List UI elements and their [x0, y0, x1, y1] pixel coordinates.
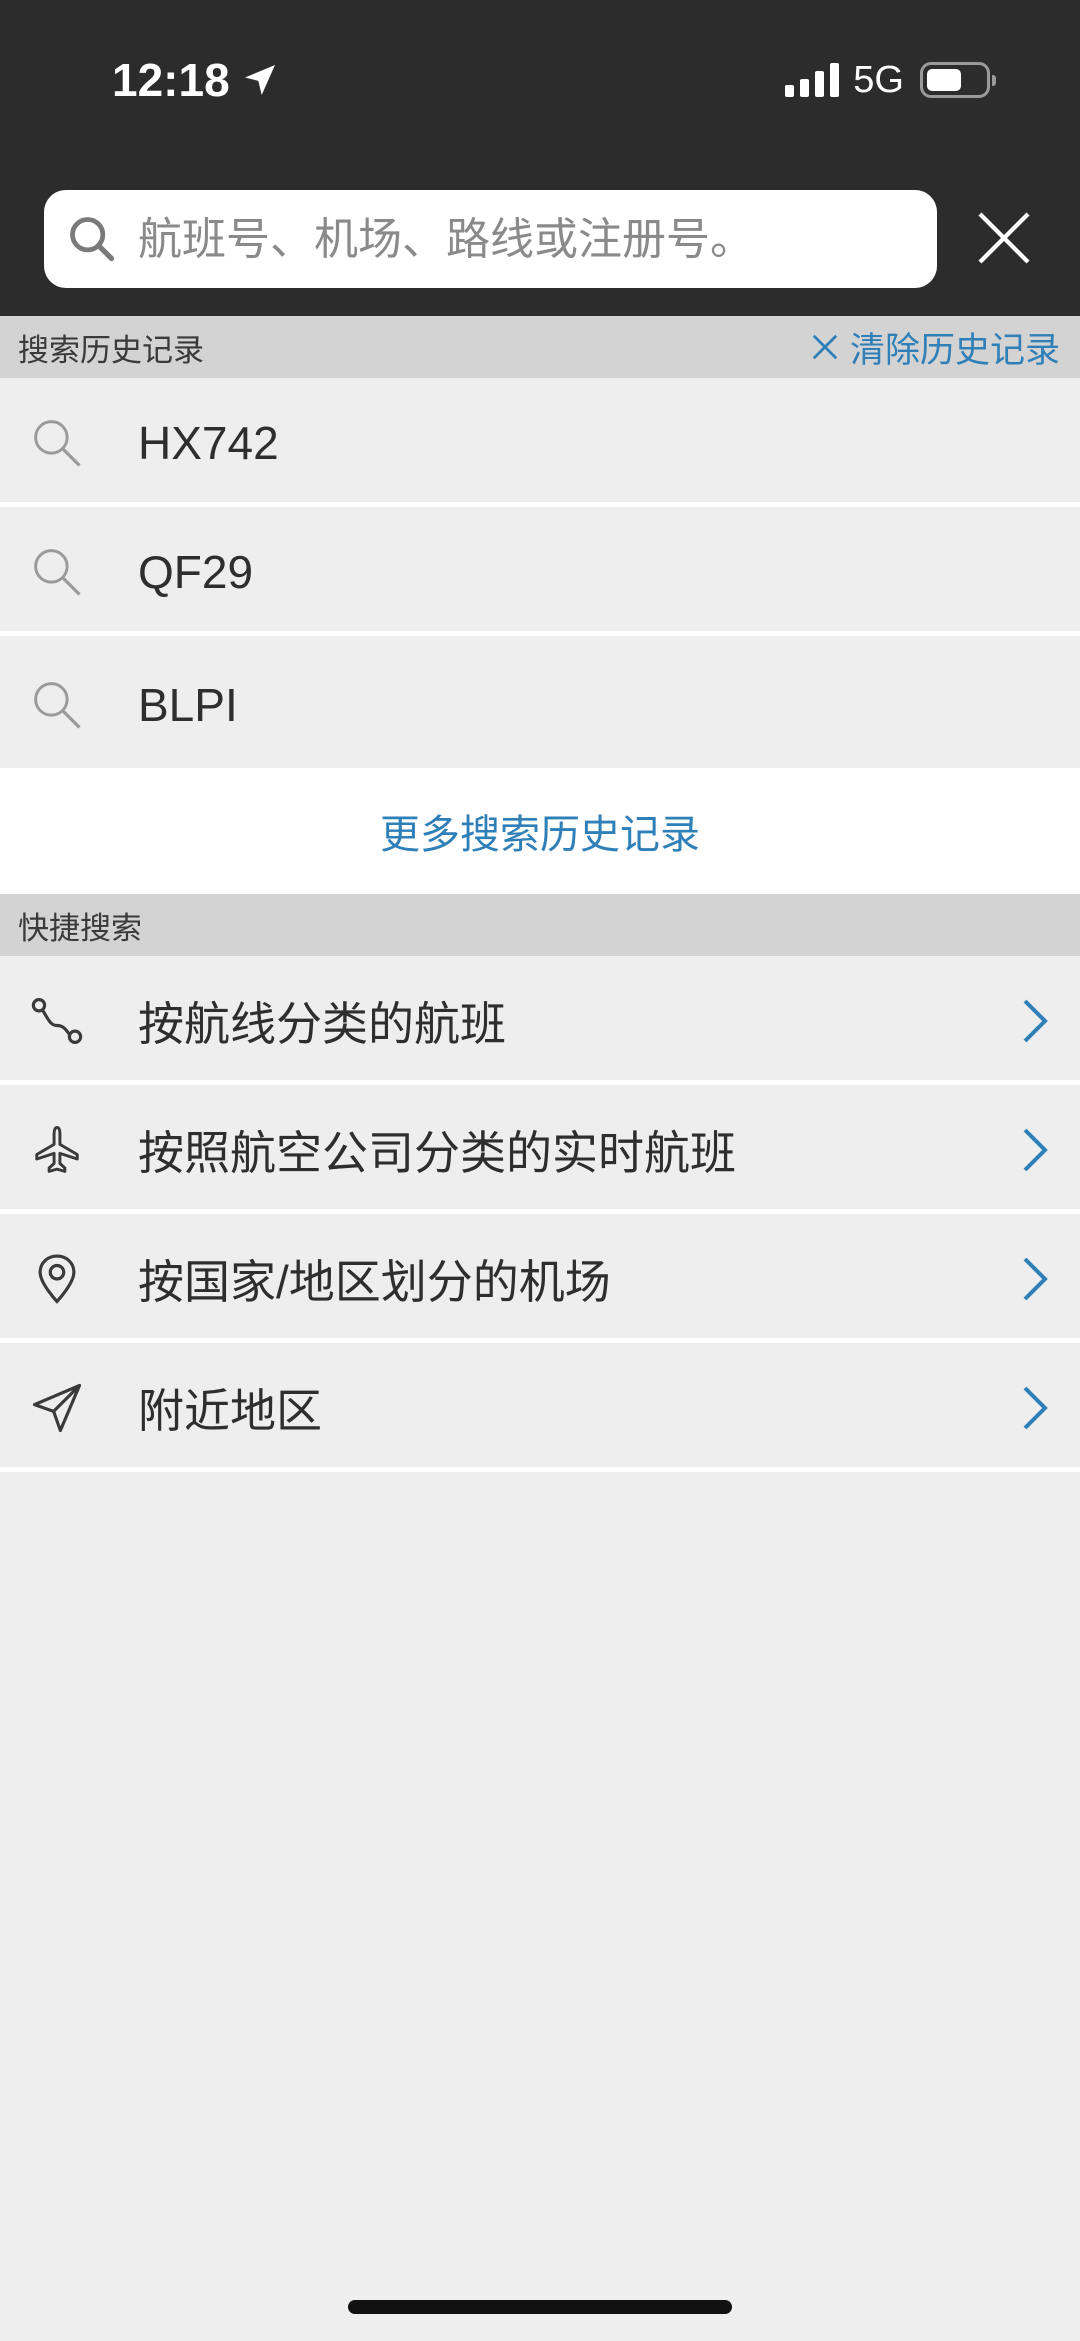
history-header: 搜索历史记录 清除历史记录	[0, 316, 1080, 378]
map-pin-icon	[38, 1253, 76, 1304]
search-icon	[34, 548, 81, 596]
history-header-label: 搜索历史记录	[18, 332, 204, 369]
quick-search-header: 快捷搜索	[0, 894, 1080, 956]
route-icon	[31, 997, 83, 1044]
clear-history-button[interactable]: 清除历史记录	[810, 316, 1060, 378]
quick-search-item-label: 按航线分类的航班	[138, 997, 506, 1050]
quick-search-item-by-country[interactable]: 按国家/地区划分的机场	[0, 1219, 1080, 1343]
status-time-text: 12:18	[112, 54, 230, 106]
quick-search-item-nearby[interactable]: 附近地区	[0, 1348, 1080, 1472]
top-bar: 12:18 5G	[0, 0, 1080, 316]
history-item[interactable]: HX742	[0, 383, 1080, 507]
battery-icon	[920, 62, 996, 98]
navigation-arrow-icon	[32, 1383, 82, 1432]
clear-history-label: 清除历史记录	[849, 330, 1060, 371]
history-item-label: HX742	[138, 416, 279, 469]
history-item-label: BLPI	[138, 678, 238, 731]
quick-search-item-by-airline[interactable]: 按照航空公司分类的实时航班	[0, 1090, 1080, 1214]
close-icon	[812, 334, 838, 360]
search-bar[interactable]	[44, 190, 937, 288]
more-history-label: 更多搜索历史记录	[380, 812, 700, 858]
chevron-right-icon	[1023, 1386, 1048, 1429]
quick-search-item-label: 按照航空公司分类的实时航班	[138, 1126, 736, 1179]
quick-search-header-label: 快捷搜索	[18, 910, 142, 947]
search-icon	[34, 419, 81, 467]
quick-search-item-by-route[interactable]: 按航线分类的航班	[0, 961, 1080, 1085]
search-icon	[70, 217, 115, 262]
chevron-right-icon	[1023, 1128, 1048, 1171]
network-type: 5G	[853, 58, 904, 101]
search-icon	[34, 681, 81, 729]
more-history-button[interactable]: 更多搜索历史记录	[0, 768, 1080, 894]
status-time: 12:18	[112, 50, 280, 110]
history-item[interactable]: QF29	[0, 512, 1080, 636]
history-item-label: QF29	[138, 545, 254, 598]
signal-icon	[785, 63, 840, 97]
home-indicator[interactable]	[348, 2300, 732, 2314]
airplane-icon	[35, 1125, 79, 1173]
status-indicators: 5G	[785, 58, 996, 102]
quick-search-item-label: 附近地区	[138, 1384, 322, 1437]
chevron-right-icon	[1023, 999, 1048, 1042]
close-icon[interactable]	[972, 206, 1036, 270]
chevron-right-icon	[1023, 1257, 1048, 1300]
quick-search-item-label: 按国家/地区划分的机场	[138, 1255, 611, 1308]
location-arrow-icon	[244, 65, 275, 95]
search-input[interactable]	[138, 213, 918, 265]
history-item[interactable]: BLPI	[0, 641, 1080, 768]
